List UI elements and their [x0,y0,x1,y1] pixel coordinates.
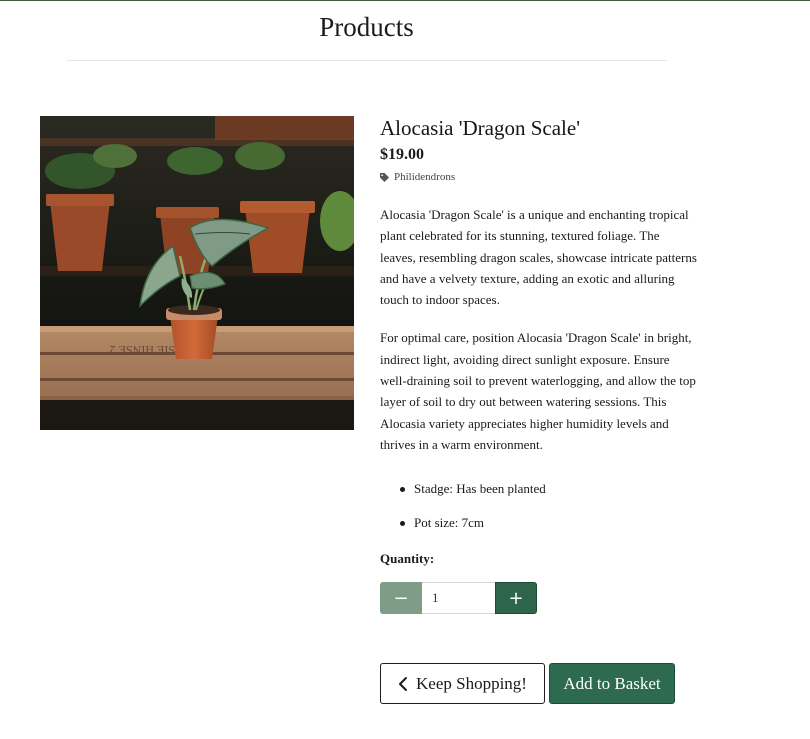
quantity-label: Quantity: [380,551,435,567]
add-to-basket-button[interactable]: Add to Basket [549,663,675,704]
product-name: Alocasia 'Dragon Scale' [380,116,580,140]
product-category[interactable]: Philidendrons [380,171,700,183]
spec-item: Pot size: 7cm [380,506,700,540]
product-details: Alocasia 'Dragon Scale' $19.00 Philidend… [380,116,700,615]
tag-icon [380,172,389,182]
spec-item: Stadge: Has been planted [380,472,700,506]
chevron-left-icon [399,676,408,691]
keep-shopping-label: Keep Shopping! [416,673,527,693]
bullet-icon [400,486,405,492]
page-title: Products [319,12,414,42]
spec-list: Stadge: Has been planted Pot size: 7cm [380,472,700,540]
top-border [0,0,810,1]
title-divider [67,60,667,61]
keep-shopping-button[interactable]: Keep Shopping! [380,663,545,704]
action-buttons: Keep Shopping! Add to Basket [380,663,675,704]
category-label: Philidendrons [394,171,456,183]
quantity-stepper: − 1 + [380,582,700,615]
increase-quantity-button[interactable]: + [495,582,537,615]
spec-text: Pot size: 7cm [414,515,485,531]
svg-text:SIE HINSE 2: SIE HINSE 2 [110,343,175,357]
bullet-icon [400,520,405,526]
spec-text: Stadge: Has been planted [414,481,546,497]
product-image: SIE HINSE 2 [40,116,354,430]
decrease-quantity-button[interactable]: − [380,582,422,615]
quantity-input[interactable]: 1 [422,582,495,615]
description-paragraph: Alocasia 'Dragon Scale' is a unique and … [380,207,697,308]
description-paragraph: For optimal care, position Alocasia 'Dra… [380,330,696,452]
product-price: $19.00 [380,146,424,163]
